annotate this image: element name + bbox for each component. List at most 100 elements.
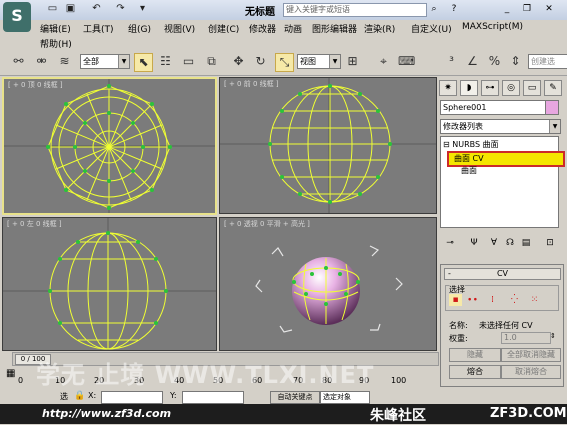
- scale-icon[interactable]: ⤡: [275, 53, 294, 72]
- pivot-center-icon[interactable]: ⊞: [344, 53, 361, 70]
- make-unique-icon[interactable]: ∀: [487, 236, 501, 250]
- select-by-name-icon[interactable]: ☷: [157, 53, 174, 70]
- y-coordinate-field[interactable]: [182, 391, 244, 404]
- percent-snap-icon[interactable]: %: [486, 53, 503, 70]
- folder-open-icon[interactable]: ▭: [46, 3, 59, 15]
- close-button[interactable]: ✕: [542, 3, 556, 15]
- app-logo-icon[interactable]: S: [3, 2, 31, 32]
- menu-group[interactable]: 组(G): [128, 22, 151, 35]
- utilities-tab-icon[interactable]: ✎: [544, 80, 562, 96]
- configure-modifier-sets-icon[interactable]: ▤: [519, 236, 533, 250]
- menu-maxscript[interactable]: MAXScript(M): [462, 22, 523, 32]
- spinner-snap-icon[interactable]: ⇕: [507, 53, 524, 70]
- menu-tools[interactable]: 工具(T): [83, 22, 114, 35]
- undo-icon[interactable]: ↶: [90, 3, 103, 15]
- remove-modifier-icon[interactable]: ☊: [503, 236, 517, 250]
- menu-rendering[interactable]: 渲染(R): [364, 22, 395, 35]
- panel-menu-icon[interactable]: ⊡: [543, 236, 557, 250]
- selection-filter-dropdown[interactable]: 全部 ▼: [80, 54, 130, 69]
- menu-create[interactable]: 创建(C): [208, 22, 239, 35]
- modifier-stack: ⊟ NURBS 曲面 曲面 CV 曲面: [440, 136, 565, 228]
- minimize-button[interactable]: _: [500, 3, 514, 15]
- menu-modifiers[interactable]: 修改器: [249, 22, 276, 35]
- menu-graph-editors[interactable]: 图形编辑器: [312, 22, 357, 35]
- key-filter-dropdown[interactable]: 选定对象: [320, 391, 370, 404]
- tick-label: 100: [391, 376, 407, 385]
- unlink-icon[interactable]: ⚮: [33, 53, 50, 70]
- chevron-down-icon: ▼: [118, 55, 129, 68]
- move-icon[interactable]: ✥: [230, 53, 247, 70]
- menu-animation[interactable]: 动画: [284, 22, 302, 35]
- object-color-swatch[interactable]: [545, 100, 559, 115]
- modifier-list-value: 修改器列表: [443, 122, 483, 131]
- redo-icon[interactable]: ↷: [114, 3, 127, 15]
- sphere-shaded-perspective: [255, 245, 403, 333]
- viewport-perspective[interactable]: [ + 0 透视 0 平滑 + 高光 ]: [219, 217, 437, 351]
- hide-button[interactable]: 隐藏: [449, 348, 501, 362]
- cv-row-column-icon[interactable]: ⁛: [508, 294, 521, 306]
- chevron-down-icon: ▼: [329, 55, 340, 68]
- x-coordinate-field[interactable]: [101, 391, 163, 404]
- motion-tab-icon[interactable]: ◎: [502, 80, 520, 96]
- auto-key-button[interactable]: 自动关键点: [270, 391, 320, 404]
- stack-item-nurbs-surface-label: NURBS 曲面: [452, 140, 499, 149]
- bind-space-warp-icon[interactable]: ≋: [56, 53, 73, 70]
- modify-tab-icon[interactable]: ◗: [460, 80, 478, 96]
- chevron-down-icon: ▼: [549, 120, 560, 133]
- pin-stack-icon[interactable]: ⊸: [443, 236, 457, 250]
- stack-item-surface[interactable]: 曲面: [461, 165, 477, 176]
- keyboard-shortcut-icon[interactable]: ⌨: [398, 53, 415, 70]
- cv-row-icon[interactable]: ∙∙: [466, 294, 479, 306]
- restore-button[interactable]: ❐: [520, 3, 534, 15]
- search-input[interactable]: 键入关键字或短语: [283, 3, 427, 17]
- stack-item-nurbs-surface[interactable]: ⊟ NURBS 曲面: [443, 139, 499, 150]
- rotate-icon[interactable]: ↻: [252, 53, 269, 70]
- selection-count-label: 选: [60, 392, 68, 401]
- footer-url: http://www.zf3d.com: [42, 407, 172, 420]
- create-tab-icon[interactable]: ✷: [439, 80, 457, 96]
- unhide-all-button[interactable]: 全部取消隐藏: [501, 348, 561, 362]
- single-cv-icon[interactable]: ▪: [449, 294, 462, 306]
- help-icon[interactable]: ?: [447, 3, 461, 15]
- sphere-wireframe-top: [4, 79, 215, 213]
- menu-customize[interactable]: 自定义(U): [411, 22, 452, 35]
- modifier-list-dropdown[interactable]: 修改器列表 ▼: [440, 119, 561, 134]
- viewport-left[interactable]: [ + 0 左 0 线框 ]: [2, 217, 217, 351]
- command-panel: ✷ ◗ ⊶ ◎ ▭ ✎ Sphere001 修改器列表 ▼ ⊟ NURBS 曲面 …: [437, 76, 567, 387]
- show-end-result-icon[interactable]: Ψ: [467, 236, 481, 250]
- named-selection-dropdown[interactable]: 创建选: [528, 54, 567, 69]
- select-link-icon[interactable]: ⚯: [10, 53, 27, 70]
- tick-label: 0: [18, 376, 24, 385]
- angle-snap-icon[interactable]: ∠: [464, 53, 481, 70]
- window-crossing-icon[interactable]: ⧉: [203, 53, 220, 70]
- track-bar-menu-icon[interactable]: ▦: [6, 368, 15, 379]
- menu-help[interactable]: 帮助(H): [40, 37, 72, 50]
- select-manipulate-icon[interactable]: ⌖: [375, 53, 392, 70]
- display-tab-icon[interactable]: ▭: [523, 80, 541, 96]
- menu-view[interactable]: 视图(V): [164, 22, 195, 35]
- unfuse-button[interactable]: 取消熔合: [501, 365, 561, 379]
- hierarchy-tab-icon[interactable]: ⊶: [481, 80, 499, 96]
- lock-icon[interactable]: 🔒: [74, 391, 85, 401]
- all-cvs-icon[interactable]: ⁙: [528, 294, 541, 306]
- viewport-top[interactable]: [ + 0 顶 0 线框 ]: [2, 77, 217, 215]
- menu-edit[interactable]: 编辑(E): [40, 22, 71, 35]
- name-label: 名称:: [449, 321, 468, 330]
- object-name-field[interactable]: Sphere001: [440, 100, 548, 115]
- collapse-icon[interactable]: ⊟: [443, 140, 452, 149]
- weight-field[interactable]: 1.0: [501, 332, 551, 344]
- dropdown-icon[interactable]: ▾: [136, 3, 149, 15]
- snap-3d-icon[interactable]: ³: [443, 53, 460, 70]
- cv-column-icon[interactable]: ⁞: [486, 294, 499, 306]
- main-toolbar: ⚯ ⚮ ≋ 全部 ▼ ⬉ ☷ ▭ ⧉ ✥ ↻ ⤡ 视图 ▼ ⊞ ⌖ ⌨ ³ ∠ % …: [0, 50, 567, 76]
- select-object-icon[interactable]: ⬉: [134, 53, 153, 72]
- viewport-front[interactable]: [ + 0 前 0 线框 ]: [219, 77, 437, 214]
- save-icon[interactable]: ▣: [64, 3, 77, 15]
- reference-coordinate-dropdown[interactable]: 视图 ▼: [297, 54, 341, 69]
- rect-selection-icon[interactable]: ▭: [180, 53, 197, 70]
- weight-spinner-icon[interactable]: ⇕: [550, 332, 556, 340]
- search-icon[interactable]: ⌕: [427, 3, 441, 15]
- cv-rollout-header[interactable]: - CV: [444, 268, 561, 280]
- fuse-button[interactable]: 熔合: [449, 365, 501, 379]
- collapse-icon[interactable]: -: [448, 269, 451, 279]
